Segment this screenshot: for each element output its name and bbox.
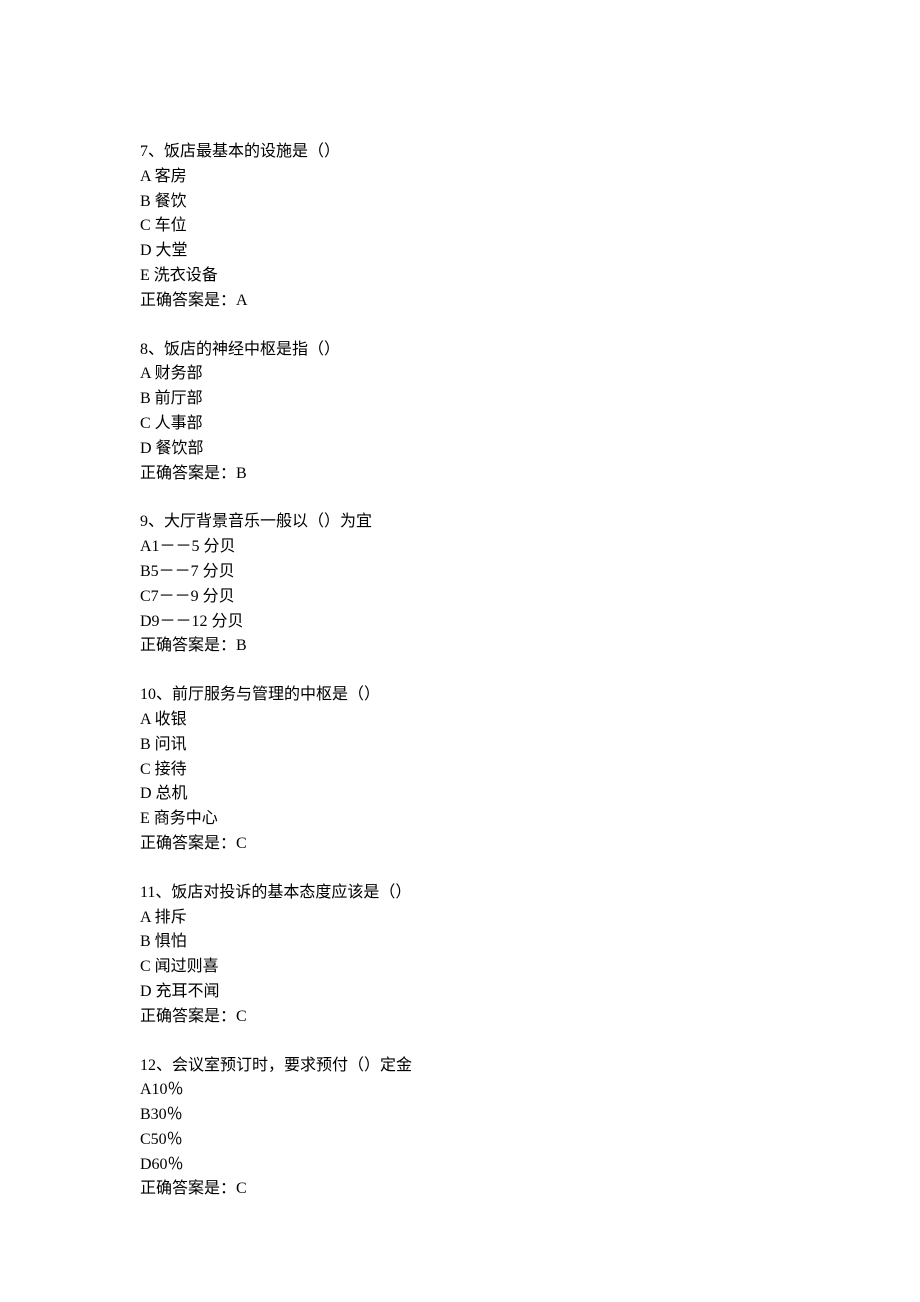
option-line: C 车位 [140,214,920,239]
option-line: A1－－5 分贝 [140,535,920,560]
option-line: A 排斥 [140,906,920,931]
option-line: B5－－7 分贝 [140,560,920,585]
option-line: D 大堂 [140,239,920,264]
option-line: B 问讯 [140,733,920,758]
option-line: D 总机 [140,782,920,807]
document-body: 7、饭店最基本的设施是（）A 客房B 餐饮C 车位D 大堂E 洗衣设备正确答案是… [140,140,920,1202]
option-line: C7－－9 分贝 [140,585,920,610]
option-line: D60％ [140,1153,920,1178]
option-line: A10％ [140,1078,920,1103]
answer-line: 正确答案是：B [140,462,920,487]
answer-line: 正确答案是：B [140,634,920,659]
answer-line: 正确答案是：C [140,1177,920,1202]
option-line: E 洗衣设备 [140,264,920,289]
question-text: 9、大厅背景音乐一般以（）为宜 [140,510,920,535]
answer-line: 正确答案是：A [140,289,920,314]
question-text: 12、会议室预订时，要求预付（）定金 [140,1054,920,1079]
option-line: A 收银 [140,708,920,733]
option-line: D 餐饮部 [140,437,920,462]
option-line: B 前厅部 [140,387,920,412]
option-line: D 充耳不闻 [140,980,920,1005]
option-line: B 惧怕 [140,930,920,955]
option-line: B 餐饮 [140,190,920,215]
question-block: 12、会议室预订时，要求预付（）定金A10％B30％C50％D60％正确答案是：… [140,1054,920,1203]
answer-line: 正确答案是：C [140,832,920,857]
question-block: 11、饭店对投诉的基本态度应该是（）A 排斥B 惧怕C 闻过则喜D 充耳不闻正确… [140,881,920,1030]
option-line: E 商务中心 [140,807,920,832]
answer-line: 正确答案是：C [140,1005,920,1030]
option-line: B30％ [140,1103,920,1128]
option-line: C 人事部 [140,412,920,437]
question-text: 8、饭店的神经中枢是指（） [140,338,920,363]
option-line: A 客房 [140,165,920,190]
option-line: D9－－12 分贝 [140,610,920,635]
question-text: 7、饭店最基本的设施是（） [140,140,920,165]
question-block: 7、饭店最基本的设施是（）A 客房B 餐饮C 车位D 大堂E 洗衣设备正确答案是… [140,140,920,314]
option-line: C 闻过则喜 [140,955,920,980]
question-block: 8、饭店的神经中枢是指（）A 财务部B 前厅部C 人事部D 餐饮部正确答案是：B [140,338,920,487]
question-block: 10、前厅服务与管理的中枢是（）A 收银B 问讯C 接待D 总机E 商务中心正确… [140,683,920,857]
question-block: 9、大厅背景音乐一般以（）为宜A1－－5 分贝B5－－7 分贝C7－－9 分贝D… [140,510,920,659]
question-text: 10、前厅服务与管理的中枢是（） [140,683,920,708]
option-line: C 接待 [140,758,920,783]
question-text: 11、饭店对投诉的基本态度应该是（） [140,881,920,906]
option-line: A 财务部 [140,362,920,387]
option-line: C50％ [140,1128,920,1153]
